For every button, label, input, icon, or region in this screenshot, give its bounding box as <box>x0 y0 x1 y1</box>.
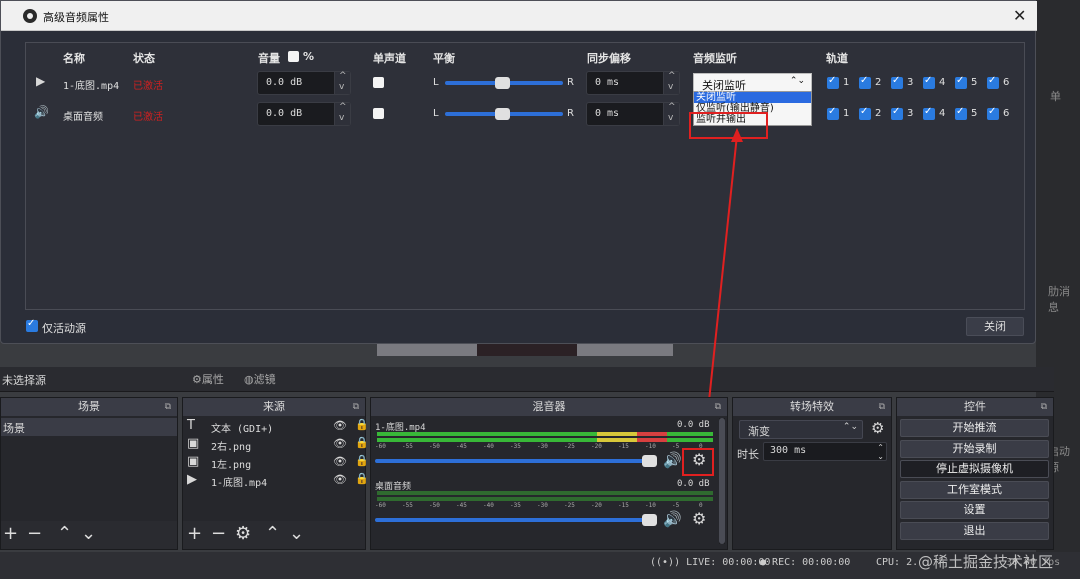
meter-tick-label: -25 <box>564 443 575 450</box>
transition-select[interactable]: 渐变 ⌃⌄ <box>739 420 863 439</box>
volume-slider[interactable] <box>375 455 657 467</box>
gear-icon[interactable]: ⚙ <box>871 419 884 437</box>
gear-icon[interactable]: ⚙ <box>235 523 251 544</box>
mixer-dock: 混音器 ⧉ 1-底图.mp4 0.0 dB -60 -55 -50 -45 -40 -35-… <box>370 397 728 550</box>
up-icon[interactable]: ⌃ <box>57 523 72 544</box>
meter-tick-label: -40 <box>483 502 494 509</box>
meter-tick-label: -20 <box>591 502 602 509</box>
level-meter <box>377 497 713 501</box>
meter-tick-label: -5 <box>672 443 680 450</box>
speaker-icon[interactable]: 🔊 <box>663 510 682 528</box>
sources-title: 来源 <box>263 400 285 413</box>
meter-tick-label: -15 <box>618 502 629 509</box>
speaker-icon[interactable]: 🔊 <box>663 451 682 469</box>
source-type-icon: ▣ <box>187 436 200 451</box>
source-item[interactable]: ▶ 1-底图.mp4 👁 🔒 <box>187 472 369 490</box>
source-item[interactable]: T 文本 (GDI+) 👁 🔒 <box>187 418 369 436</box>
eye-icon[interactable]: 👁 <box>333 473 347 486</box>
meter-tick-label: -45 <box>456 502 467 509</box>
remove-icon[interactable]: − <box>211 523 226 544</box>
duration-label: 时长 <box>737 448 759 461</box>
source-type-icon: T <box>187 418 195 433</box>
remove-icon[interactable]: − <box>27 523 42 544</box>
rec-status: ● REC: 00:00:00 <box>760 557 851 568</box>
lock-icon[interactable]: 🔒 <box>355 436 369 449</box>
meter-tick-label: -60 <box>375 502 386 509</box>
meter-tick-label: -35 <box>510 443 521 450</box>
meter-tick-label: -10 <box>645 502 656 509</box>
cpu-usage: CPU: 2. <box>876 557 919 568</box>
lock-icon[interactable]: 🔒 <box>355 418 369 431</box>
duration-spinbox[interactable]: 300 ms ⌃ ⌄ <box>763 442 887 461</box>
meter-tick-label: -5 <box>672 502 680 509</box>
source-name: 1左.png <box>211 460 252 471</box>
add-icon[interactable]: + <box>187 523 202 544</box>
meter-tick-label: -40 <box>483 443 494 450</box>
meter-tick-label: -50 <box>429 502 440 509</box>
control-button[interactable]: 工作室模式 <box>900 480 1049 499</box>
meter-tick-label: -30 <box>537 502 548 509</box>
mixer-title: 混音器 <box>532 400 566 413</box>
transitions-dock: 转场特效 ⧉ 渐变 ⌃⌄ ⚙ 时长 300 ms ⌃ ⌄ <box>732 397 892 550</box>
annotation-highlight-box <box>682 448 714 476</box>
add-icon[interactable]: + <box>3 523 18 544</box>
control-button[interactable]: 开始录制 <box>900 439 1049 458</box>
eye-icon[interactable]: 👁 <box>333 419 347 432</box>
source-type-icon: ▣ <box>187 454 200 469</box>
transitions-title: 转场特效 <box>790 400 834 413</box>
meter-tick-label: -15 <box>618 443 629 450</box>
eye-icon[interactable]: 👁 <box>333 437 347 450</box>
gear-icon[interactable]: ⚙ <box>692 509 706 528</box>
volume-slider[interactable] <box>375 514 657 526</box>
source-name: 2右.png <box>211 442 252 453</box>
level-meter <box>377 432 713 436</box>
level-meter <box>377 491 713 495</box>
watermark: @稀土掘金技术社区 <box>918 553 1054 571</box>
scenes-dock: 场景 ⧉ 场景 + − ⌃ ⌄ <box>0 397 178 550</box>
source-type-icon: ▶ <box>187 472 197 487</box>
source-item[interactable]: ▣ 2右.png 👁 🔒 <box>187 436 369 454</box>
meter-tick-label: -60 <box>375 443 386 450</box>
meter-tick-label: -30 <box>537 443 548 450</box>
meter-tick-label: -10 <box>645 443 656 450</box>
down-icon[interactable]: ⌄ <box>81 523 96 544</box>
meter-tick-label: -50 <box>429 443 440 450</box>
meter-tick-label: -25 <box>564 502 575 509</box>
source-item[interactable]: ▣ 1左.png 👁 🔒 <box>187 454 369 472</box>
control-button[interactable]: 设置 <box>900 501 1049 519</box>
meter-tick-label: -55 <box>402 443 413 450</box>
scene-item[interactable]: 场景 <box>1 418 177 436</box>
scrollbar[interactable] <box>719 418 725 544</box>
lock-icon[interactable]: 🔒 <box>355 454 369 467</box>
down-icon[interactable]: ⌄ <box>289 523 304 544</box>
sources-dock: 来源 ⧉ T 文本 (GDI+) 👁 🔒 ▣ 2右.png 👁 🔒 ▣ 1左.png 👁 🔒 ▶ 1-底图.… <box>182 397 369 550</box>
controls-title: 控件 <box>964 400 986 413</box>
meter-tick-label: -35 <box>510 502 521 509</box>
channel-db: 0.0 dB <box>677 479 710 489</box>
up-icon[interactable]: ⌃ <box>265 523 280 544</box>
chevron-icon: ⌃⌄ <box>842 422 858 432</box>
meter-tick-label: -45 <box>456 443 467 450</box>
control-button[interactable]: 停止虚拟摄像机 <box>900 460 1049 478</box>
source-name: 1-底图.mp4 <box>211 478 268 489</box>
scenes-title: 场景 <box>78 400 100 413</box>
lock-icon[interactable]: 🔒 <box>355 472 369 485</box>
channel-db: 0.0 dB <box>677 420 710 430</box>
control-button[interactable]: 开始推流 <box>900 419 1049 437</box>
live-status: ((•)) LIVE: 00:00:00 <box>650 557 771 568</box>
control-button[interactable]: 退出 <box>900 521 1049 540</box>
meter-tick-label: -55 <box>402 502 413 509</box>
eye-icon[interactable]: 👁 <box>333 455 347 468</box>
meter-tick-label: 0 <box>699 502 703 509</box>
source-name: 文本 (GDI+) <box>211 424 274 435</box>
meter-tick-label: -20 <box>591 443 602 450</box>
level-meter <box>377 438 713 442</box>
